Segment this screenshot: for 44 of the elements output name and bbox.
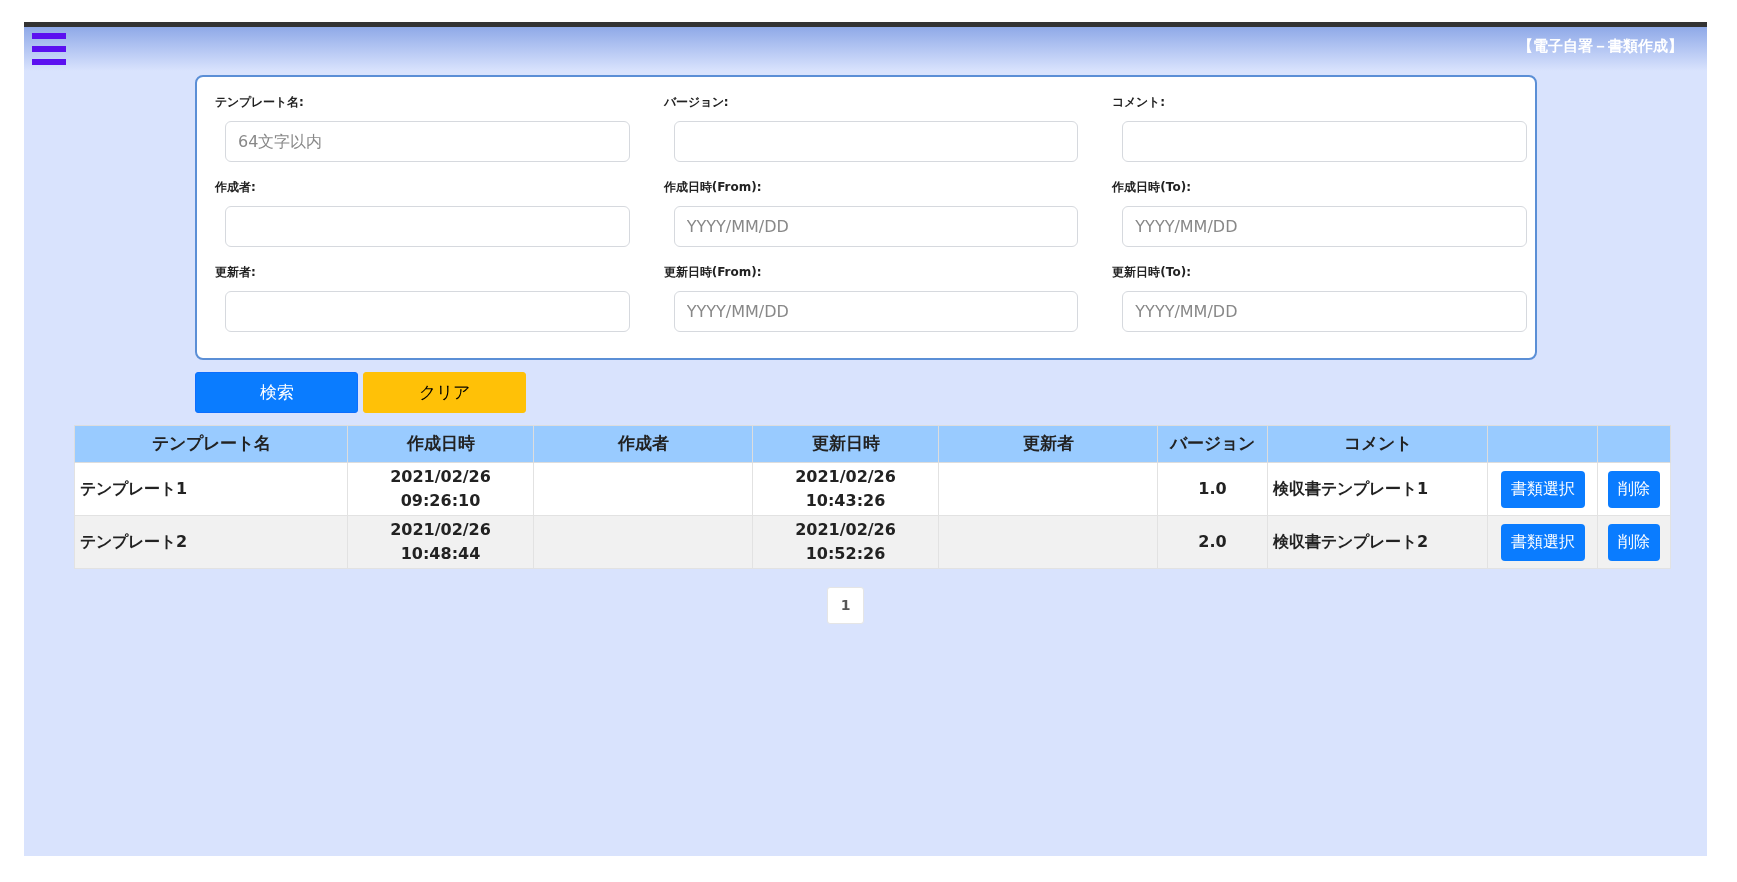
delete-button[interactable]: 削除 <box>1608 470 1660 508</box>
select-document-button[interactable]: 書類選択 <box>1500 523 1585 561</box>
menu-icon[interactable] <box>32 33 66 65</box>
table-cell: 2021/02/26 10:52:26 <box>752 515 939 569</box>
field-label: バージョン: <box>663 94 730 111</box>
clear-button[interactable]: クリア <box>363 372 526 413</box>
input-field[interactable]: YYYY/MM/DD <box>1122 206 1527 247</box>
column-header: バージョン <box>1157 425 1268 463</box>
table-cell: 2021/02/26 10:48:44 <box>347 515 534 569</box>
input-field[interactable] <box>225 206 630 247</box>
field-label: 作成日時(From): <box>663 179 763 196</box>
field-label: コメント: <box>1112 94 1167 111</box>
table-cell: テンプレート2 <box>74 515 348 569</box>
table-cell: 検収書テンプレート1 <box>1267 462 1488 516</box>
select-document-button[interactable]: 書類選択 <box>1500 470 1585 508</box>
column-header: コメント <box>1267 425 1488 463</box>
column-header: 更新日時 <box>752 425 939 463</box>
page-button[interactable]: 1 <box>827 587 864 624</box>
field-label: 更新日時(From): <box>663 264 763 281</box>
table-cell: 2021/02/26 10:43:26 <box>752 462 939 516</box>
field-label: 作成者: <box>215 179 257 196</box>
column-header: 作成日時 <box>347 425 534 463</box>
column-header: テンプレート名 <box>74 425 348 463</box>
table-cell: 1.0 <box>1157 462 1268 516</box>
input-field[interactable] <box>673 121 1079 162</box>
table-cell: 2.0 <box>1157 515 1268 569</box>
field-label: 作成日時(To): <box>1112 179 1192 196</box>
input-field[interactable] <box>1122 121 1527 162</box>
input-field[interactable]: YYYY/MM/DD <box>673 291 1079 332</box>
column-header: 更新者 <box>938 425 1158 463</box>
input-field[interactable]: 64文字以内 <box>225 121 630 162</box>
field-label: 更新者: <box>215 264 257 281</box>
table-cell: 2021/02/26 09:26:10 <box>347 462 534 516</box>
table-cell: 検収書テンプレート2 <box>1267 515 1488 569</box>
column-header: 作成者 <box>533 425 753 463</box>
search-button[interactable]: 検索 <box>195 372 358 413</box>
input-field[interactable]: YYYY/MM/DD <box>673 206 1079 247</box>
field-label: 更新日時(To): <box>1112 264 1192 281</box>
table-cell: テンプレート1 <box>74 462 348 516</box>
delete-button[interactable]: 削除 <box>1608 523 1660 561</box>
page-title: 【電子自署－書類作成】 <box>1518 36 1683 57</box>
field-label: テンプレート名: <box>215 94 305 111</box>
input-field[interactable] <box>225 291 630 332</box>
input-field[interactable]: YYYY/MM/DD <box>1122 291 1527 332</box>
